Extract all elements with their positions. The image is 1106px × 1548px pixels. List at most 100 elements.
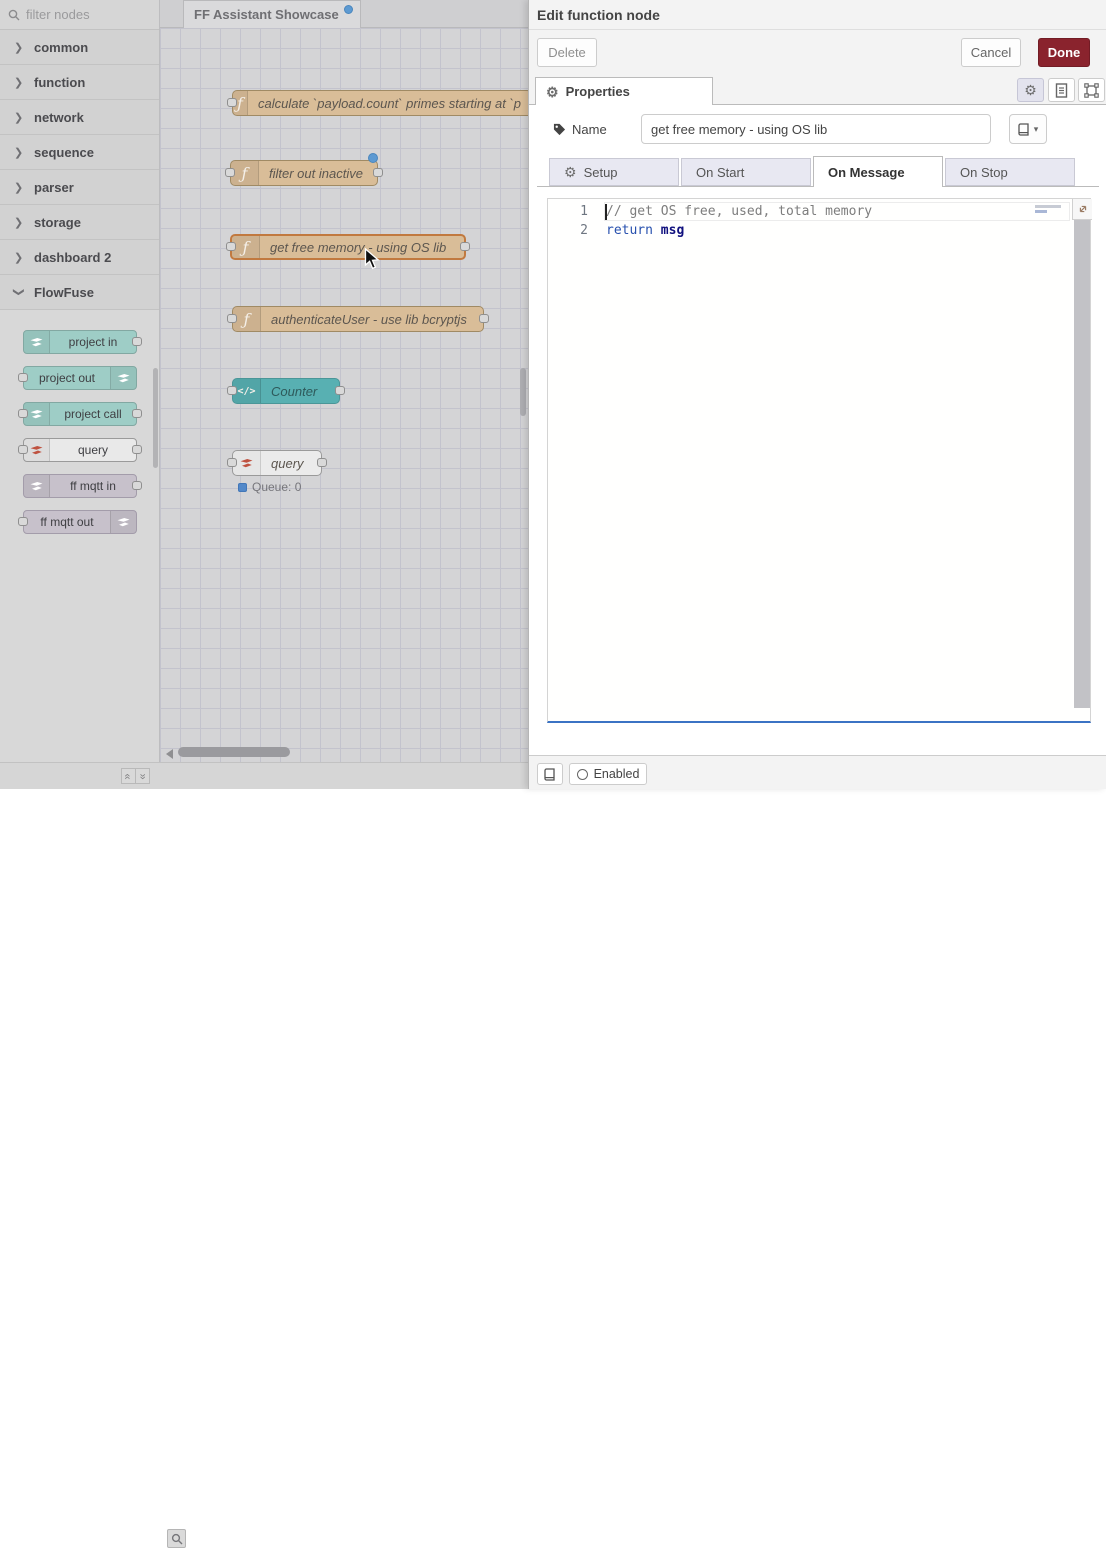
node-port[interactable] — [335, 386, 345, 395]
function-icon: ƒ — [231, 161, 259, 185]
palette-node-query[interactable]: query — [23, 438, 137, 462]
flowfuse-icon — [233, 451, 261, 475]
node-port[interactable] — [18, 373, 28, 382]
palette-category-flowfuse[interactable]: ❯ FlowFuse — [0, 275, 159, 310]
palette-category-dashboard2[interactable]: ❯ dashboard 2 — [0, 240, 159, 275]
palette-node-ff-mqtt-out[interactable]: ff mqtt out — [23, 510, 137, 534]
node-port[interactable] — [132, 481, 142, 490]
palette-node-project-out[interactable]: project out — [23, 366, 137, 390]
search-flows-button[interactable] — [167, 1529, 186, 1548]
horizontal-scrollbar[interactable] — [178, 747, 290, 757]
category-label: dashboard 2 — [34, 250, 111, 265]
flow-tab[interactable]: FF Assistant Showcase — [183, 0, 361, 28]
tab-label: On Start — [696, 165, 744, 180]
gear-icon: ⚙ — [564, 165, 577, 179]
node-get-free-memory[interactable]: ƒ get free memory - using OS lib — [230, 234, 466, 260]
done-button[interactable]: Done — [1038, 38, 1090, 67]
palette-search[interactable] — [0, 0, 159, 30]
node-label: calculate `payload.count` primes startin… — [248, 91, 528, 115]
node-changed-dot — [368, 153, 378, 163]
description-view-button[interactable] — [1048, 78, 1075, 102]
palette-scrollbar[interactable] — [153, 368, 158, 468]
chevron-down-icon: ▾ — [1034, 124, 1039, 135]
enabled-toggle-button[interactable]: Enabled — [569, 763, 647, 785]
palette-node-label: project out — [24, 371, 110, 385]
node-port[interactable] — [132, 337, 142, 346]
palette-node-label: project call — [50, 407, 136, 421]
palette-category-sequence[interactable]: ❯ sequence — [0, 135, 159, 170]
flowfuse-icon — [110, 367, 136, 389]
properties-view-button[interactable]: ⚙ — [1017, 78, 1044, 102]
node-port[interactable] — [132, 409, 142, 418]
node-query[interactable]: query — [232, 450, 322, 476]
document-icon — [1055, 83, 1068, 98]
chevron-down-icon: » — [137, 773, 148, 779]
node-port[interactable] — [479, 314, 489, 323]
appearance-view-button[interactable] — [1078, 78, 1105, 102]
node-port[interactable] — [225, 168, 235, 177]
node-authenticate-user[interactable]: ƒ authenticateUser - use lib bcryptjs — [232, 306, 484, 332]
node-counter[interactable]: </> Counter — [232, 378, 340, 404]
palette-node-project-in[interactable]: project in — [23, 330, 137, 354]
node-port[interactable] — [227, 386, 237, 395]
gear-icon: ⚙ — [1024, 83, 1037, 97]
expand-all-button[interactable]: » — [135, 768, 150, 784]
code-variable: msg — [653, 223, 684, 238]
vertical-scrollbar[interactable] — [520, 368, 526, 416]
expand-editor-button[interactable] — [1072, 199, 1092, 220]
tab-label: On Message — [828, 165, 905, 180]
tab-on-start[interactable]: On Start — [681, 158, 811, 186]
panel-header: Edit function node — [529, 0, 1106, 30]
tab-properties[interactable]: ⚙ Properties — [535, 77, 713, 105]
chevron-right-icon: ❯ — [14, 146, 24, 159]
delete-button[interactable]: Delete — [537, 38, 597, 67]
collapse-all-button[interactable]: » — [121, 768, 136, 784]
editor-scrollbar[interactable] — [1074, 220, 1090, 708]
flow-tab-label: FF Assistant Showcase — [194, 7, 339, 22]
minimap — [1035, 210, 1047, 213]
palette-category-common[interactable]: ❯ common — [0, 30, 159, 65]
node-port[interactable] — [460, 242, 470, 251]
palette-category-parser[interactable]: ❯ parser — [0, 170, 159, 205]
chevron-right-icon: ❯ — [14, 111, 24, 124]
cancel-button[interactable]: Cancel — [961, 38, 1021, 67]
workspace: ❯ common ❯ function ❯ network ❯ sequence… — [0, 0, 528, 789]
chevron-down-icon: ❯ — [13, 287, 26, 297]
palette-category-storage[interactable]: ❯ storage — [0, 205, 159, 240]
node-port[interactable] — [226, 242, 236, 251]
enabled-status-icon — [577, 769, 588, 780]
gear-icon: ⚙ — [546, 85, 559, 99]
search-icon — [8, 9, 20, 21]
book-icon — [1018, 123, 1030, 136]
node-port[interactable] — [132, 445, 142, 454]
node-port[interactable] — [227, 98, 237, 107]
scroll-left-arrow[interactable] — [166, 749, 173, 759]
node-calculate-primes[interactable]: ƒ calculate `payload.count` primes start… — [232, 90, 528, 116]
tab-setup[interactable]: ⚙ Setup — [549, 158, 679, 186]
node-port[interactable] — [227, 458, 237, 467]
category-label: storage — [34, 215, 81, 230]
tab-label: Properties — [566, 84, 630, 99]
library-button[interactable]: ▾ — [1009, 114, 1047, 144]
flow-canvas[interactable]: ƒ calculate `payload.count` primes start… — [160, 28, 528, 762]
palette-category-function[interactable]: ❯ function — [0, 65, 159, 100]
node-port[interactable] — [18, 445, 28, 454]
tab-on-stop[interactable]: On Stop — [945, 158, 1075, 186]
name-label-text: Name — [572, 122, 607, 137]
palette-node-ff-mqtt-in[interactable]: ff mqtt in — [23, 474, 137, 498]
palette-node-project-call[interactable]: project call — [23, 402, 137, 426]
chevron-right-icon: ❯ — [14, 76, 24, 89]
flowfuse-icon — [110, 511, 136, 533]
node-port[interactable] — [373, 168, 383, 177]
node-filter-out-inactive[interactable]: ƒ filter out inactive — [230, 160, 378, 186]
node-port[interactable] — [227, 314, 237, 323]
code-editor[interactable]: 1 // get OS free, used, total memory 2 r… — [547, 198, 1091, 723]
tab-on-message[interactable]: On Message — [813, 156, 943, 187]
workspace-footer: » » — [0, 762, 528, 789]
node-port[interactable] — [317, 458, 327, 467]
node-port[interactable] — [18, 517, 28, 526]
palette-category-network[interactable]: ❯ network — [0, 100, 159, 135]
name-input[interactable] — [641, 114, 991, 144]
node-port[interactable] — [18, 409, 28, 418]
library-button[interactable] — [537, 763, 563, 785]
